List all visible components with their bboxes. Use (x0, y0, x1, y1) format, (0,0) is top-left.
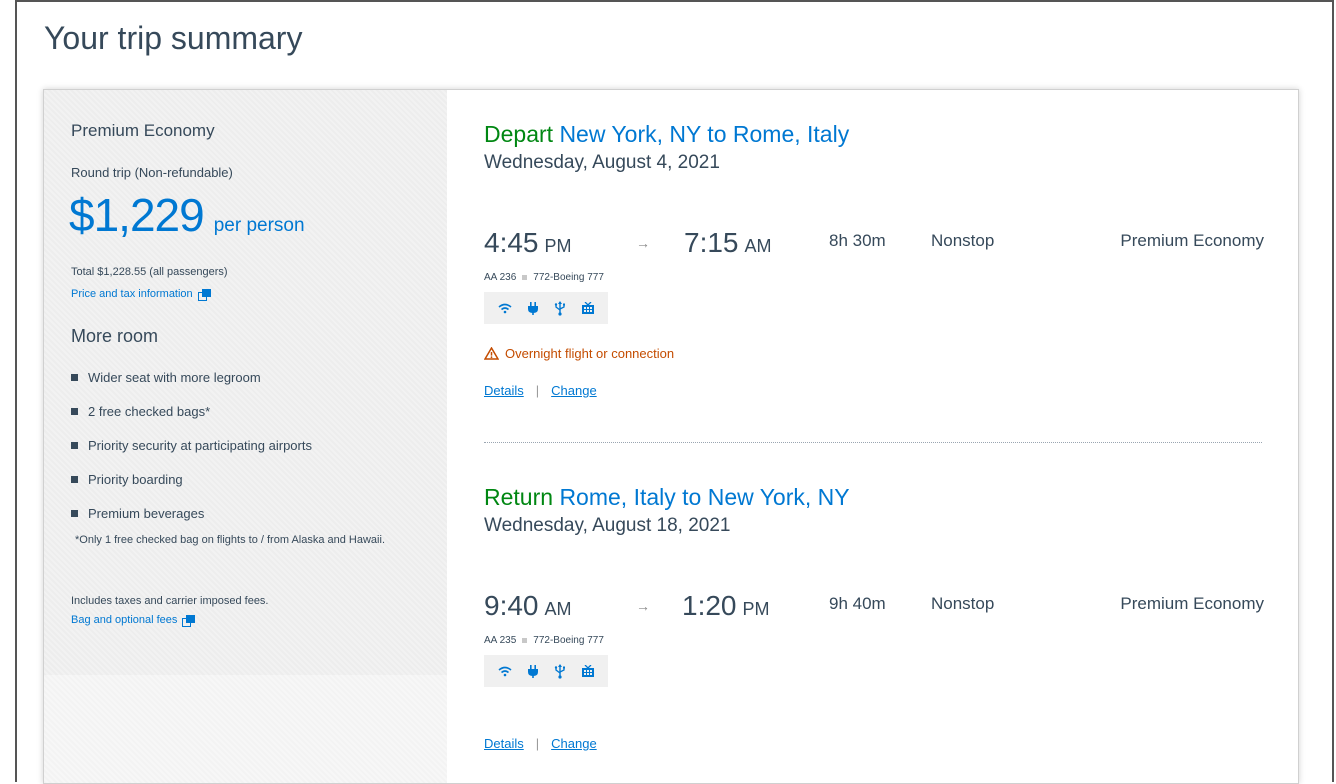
separator-icon (522, 275, 528, 280)
return-segment: Return Rome, Italy to New York, NY Wedne… (484, 484, 1264, 764)
fare-summary-panel: Premium Economy Round trip (Non-refundab… (44, 90, 447, 675)
aircraft-type: 772-Boeing 777 (533, 272, 604, 283)
fare-summary-panel-footer (44, 675, 447, 783)
flight-stops: Nonstop (931, 594, 995, 613)
segment-heading: Return Rome, Italy to New York, NY (484, 484, 1264, 511)
price-amount: $1,229 (69, 189, 205, 241)
bullet-icon (71, 407, 78, 415)
more-room-title: More room (71, 326, 159, 346)
bullet-icon (71, 509, 78, 517)
segment-divider (484, 442, 1262, 443)
includes-fees-note: Includes taxes and carrier imposed fees. (71, 595, 269, 607)
benefit-item: Premium beverages (71, 496, 312, 530)
depart-segment: Depart New York, NY to Rome, Italy Wedne… (484, 121, 1264, 421)
bullet-icon (71, 475, 78, 483)
arrow-right-icon: → (636, 598, 650, 614)
wifi-icon (497, 666, 512, 677)
depart-time: 4:45 PM (484, 227, 572, 258)
segment-lead: Return (484, 484, 554, 510)
segment-cabin: Premium Economy (1120, 231, 1264, 250)
bullet-icon (71, 373, 78, 381)
depart-time: 9:40 AM (484, 590, 572, 621)
wifi-icon (497, 303, 512, 314)
price-unit: per person (213, 215, 305, 236)
usb-icon (554, 300, 565, 316)
overnight-warning: Overnight flight or connection (484, 346, 674, 361)
flight-duration: 9h 40m (829, 594, 886, 613)
arrive-time: 1:20 PM (682, 590, 770, 621)
entertainment-icon (581, 302, 594, 314)
external-window-icon (182, 614, 196, 627)
aircraft-type: 772-Boeing 777 (533, 635, 604, 646)
cabin-class: Premium Economy (71, 121, 215, 140)
segment-heading: Depart New York, NY to Rome, Italy (484, 121, 1264, 148)
power-icon (527, 301, 538, 315)
bullet-icon (71, 441, 78, 449)
benefit-item: Wider seat with more legroom (71, 360, 312, 394)
details-link[interactable]: Details (484, 736, 524, 751)
amenities-bar (484, 292, 608, 324)
flight-info: AA 236 772-Boeing 777 (484, 272, 604, 283)
details-link[interactable]: Details (484, 383, 524, 398)
benefit-item: Priority security at participating airpo… (71, 428, 312, 462)
price-tax-link-label[interactable]: Price and tax information (71, 288, 193, 300)
bag-fees-link-label[interactable]: Bag and optional fees (71, 614, 177, 626)
benefits-list: Wider seat with more legroom 2 free chec… (71, 360, 312, 530)
usb-icon (554, 663, 565, 679)
trip-type: Round trip (Non-refundable) (71, 165, 233, 180)
change-link[interactable]: Change (551, 736, 597, 751)
segment-lead: Depart (484, 121, 554, 147)
warning-text: Overnight flight or connection (505, 346, 675, 361)
segment-actions: Details | Change (484, 736, 597, 751)
benefit-item: 2 free checked bags* (71, 394, 312, 428)
power-icon (527, 664, 538, 678)
external-window-icon (197, 288, 211, 301)
flight-number: AA 235 (484, 635, 517, 646)
separator-icon (522, 638, 528, 643)
price-tax-info-link[interactable]: Price and tax information (71, 288, 211, 301)
flight-stops: Nonstop (931, 231, 995, 250)
price-per-person: $1,229 per person (69, 188, 305, 242)
flight-number: AA 236 (484, 272, 517, 283)
flight-duration: 8h 30m (829, 231, 886, 250)
segment-cabin: Premium Economy (1120, 594, 1264, 613)
arrive-time: 7:15 AM (684, 227, 772, 258)
flight-times-row: 4:45 PM → 7:15 AM 8h 30m Nonstop Premium E… (484, 227, 1264, 259)
segment-date: Wednesday, August 18, 2021 (484, 515, 731, 536)
segment-route: Rome, Italy to New York, NY (559, 484, 850, 510)
arrow-right-icon: → (636, 235, 650, 251)
separator: | (535, 736, 540, 751)
itinerary-panel: Depart New York, NY to Rome, Italy Wedne… (447, 90, 1298, 783)
total-price: Total $1,228.55 (all passengers) (71, 266, 228, 278)
page-title: Your trip summary (44, 20, 303, 56)
entertainment-icon (581, 665, 594, 677)
trip-summary-card: Premium Economy Round trip (Non-refundab… (43, 89, 1299, 784)
separator: | (535, 383, 540, 398)
change-link[interactable]: Change (551, 383, 597, 398)
flight-info: AA 235 772-Boeing 777 (484, 635, 604, 646)
segment-date: Wednesday, August 4, 2021 (484, 152, 720, 173)
bag-footnote: *Only 1 free checked bag on flights to /… (75, 534, 385, 546)
warning-icon (484, 347, 499, 360)
segment-actions: Details | Change (484, 383, 597, 398)
segment-route: New York, NY to Rome, Italy (559, 121, 850, 147)
flight-times-row: 9:40 AM → 1:20 PM 9h 40m Nonstop Premium E… (484, 590, 1264, 622)
benefit-item: Priority boarding (71, 462, 312, 496)
amenities-bar (484, 655, 608, 687)
bag-fees-link[interactable]: Bag and optional fees (71, 614, 196, 627)
